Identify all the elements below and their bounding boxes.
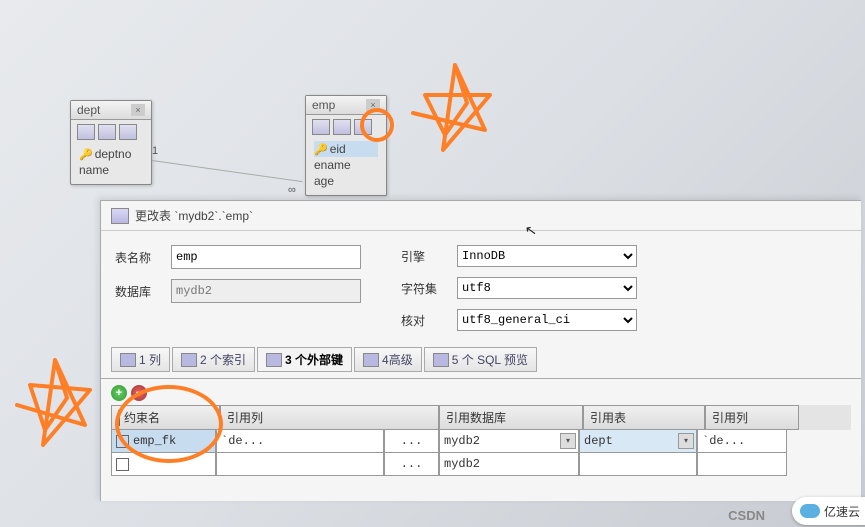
watermark-yisu: 亿速云 bbox=[792, 497, 865, 525]
dialog-title: 更改表 `mydb2`.`emp` bbox=[135, 207, 253, 224]
table-icon bbox=[119, 124, 137, 140]
er-toolbar bbox=[71, 120, 151, 144]
index-icon bbox=[181, 353, 197, 367]
cell-ref-table[interactable] bbox=[579, 453, 697, 476]
label-engine: 引擎 bbox=[401, 248, 451, 265]
sql-icon bbox=[433, 353, 449, 367]
cardinality-one: 1 bbox=[152, 145, 158, 157]
form-area: 表名称 数据库 引擎 InnoDB 字符集 utf8 核对 utf8_gener… bbox=[101, 231, 861, 339]
cell-ref-col2[interactable]: `de... bbox=[697, 430, 787, 453]
advanced-icon bbox=[363, 353, 379, 367]
columns-icon bbox=[120, 353, 136, 367]
cell-ref-col2[interactable] bbox=[697, 453, 787, 476]
er-fields: 🔑deptno name bbox=[71, 144, 151, 184]
relationship-line bbox=[152, 160, 303, 182]
er-table-dept[interactable]: dept × 🔑deptno name bbox=[70, 100, 152, 185]
select-engine[interactable]: InnoDB bbox=[457, 245, 637, 267]
tab-advanced[interactable]: 4高级 bbox=[354, 347, 422, 372]
header-ref-table: 引用表 bbox=[583, 405, 705, 430]
star-annotation-icon bbox=[395, 55, 515, 175]
tab-bar: 1 列 2 个索引 3 个外部键 4高级 5 个 SQL 预览 bbox=[101, 339, 861, 379]
table-icon bbox=[333, 119, 351, 135]
circle-annotation-icon bbox=[360, 108, 394, 142]
field-eid[interactable]: 🔑eid bbox=[314, 141, 378, 157]
ellipsis-button[interactable]: ... bbox=[384, 453, 439, 476]
alter-table-dialog: 更改表 `mydb2`.`emp` 表名称 数据库 引擎 InnoDB 字符集 … bbox=[100, 200, 861, 501]
label-database: 数据库 bbox=[115, 283, 165, 300]
field-deptno[interactable]: 🔑deptno bbox=[79, 146, 143, 162]
label-table-name: 表名称 bbox=[115, 249, 165, 266]
circle-annotation-icon bbox=[115, 385, 223, 463]
grid-row[interactable]: ... mydb2 bbox=[111, 453, 851, 476]
field-ename[interactable]: ename bbox=[314, 157, 378, 173]
fk-icon bbox=[266, 353, 282, 367]
close-icon[interactable]: × bbox=[131, 104, 145, 116]
cell-ref-db[interactable]: mydb2 bbox=[439, 453, 579, 476]
grid-actions: + − bbox=[101, 379, 861, 405]
field-age[interactable]: age bbox=[314, 173, 378, 189]
grid-row[interactable]: emp_fk `de... ... mydb2▾ dept▾ `de... bbox=[111, 430, 851, 453]
table-icon bbox=[77, 124, 95, 140]
tab-sql-preview[interactable]: 5 个 SQL 预览 bbox=[424, 347, 537, 372]
er-table-name: emp bbox=[312, 98, 335, 112]
er-table-name: dept bbox=[77, 103, 100, 117]
cardinality-many: ∞ bbox=[288, 184, 296, 196]
header-ref-col2: 引用列 bbox=[705, 405, 799, 430]
header-ref-db: 引用数据库 bbox=[439, 405, 583, 430]
chevron-down-icon[interactable]: ▾ bbox=[678, 433, 694, 449]
key-icon: 🔑 bbox=[314, 144, 328, 156]
er-title-bar: dept × bbox=[71, 101, 151, 120]
tab-indexes[interactable]: 2 个索引 bbox=[172, 347, 255, 372]
header-ref-col: 引用列 bbox=[220, 405, 439, 430]
cell-ref-db[interactable]: mydb2▾ bbox=[439, 430, 579, 453]
watermark-csdn: CSDN bbox=[728, 508, 765, 523]
input-table-name[interactable] bbox=[171, 245, 361, 269]
checkbox[interactable] bbox=[116, 458, 129, 471]
table-icon bbox=[312, 119, 330, 135]
input-database bbox=[171, 279, 361, 303]
chevron-down-icon[interactable]: ▾ bbox=[560, 433, 576, 449]
er-fields: 🔑eid ename age bbox=[306, 139, 386, 195]
tab-foreign-keys[interactable]: 3 个外部键 bbox=[257, 347, 352, 372]
table-icon bbox=[111, 208, 129, 224]
key-icon: 🔑 bbox=[79, 149, 93, 161]
cell-ref-table[interactable]: dept▾ bbox=[579, 430, 697, 453]
star-annotation-icon bbox=[5, 350, 105, 470]
tab-columns[interactable]: 1 列 bbox=[111, 347, 170, 372]
select-collation[interactable]: utf8_general_ci bbox=[457, 309, 637, 331]
cloud-icon bbox=[800, 504, 820, 518]
dialog-title-bar: 更改表 `mydb2`.`emp` bbox=[101, 201, 861, 231]
field-name[interactable]: name bbox=[79, 162, 143, 178]
label-charset: 字符集 bbox=[401, 280, 451, 297]
select-charset[interactable]: utf8 bbox=[457, 277, 637, 299]
cell-ref-col[interactable] bbox=[216, 453, 384, 476]
cell-ref-col[interactable]: `de... bbox=[216, 430, 384, 453]
ellipsis-button[interactable]: ... bbox=[384, 430, 439, 453]
label-collation: 核对 bbox=[401, 312, 451, 329]
table-icon bbox=[98, 124, 116, 140]
add-row-button[interactable]: + bbox=[111, 385, 127, 401]
